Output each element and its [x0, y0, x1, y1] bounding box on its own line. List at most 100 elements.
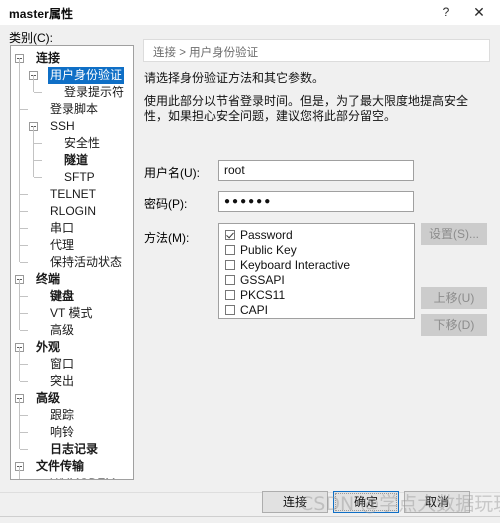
tree-item-13[interactable]: 终端 — [11, 271, 133, 288]
tree-connector — [34, 92, 42, 93]
footer-divider — [0, 516, 500, 517]
tree-item-18[interactable]: 窗口 — [11, 356, 133, 373]
connect-button[interactable]: 连接 — [262, 491, 328, 513]
method-option-4[interactable]: PKCS11 — [225, 288, 414, 303]
tree-connector — [19, 466, 20, 479]
tree-item-label: X/YMODEM — [48, 475, 117, 479]
tree-item-4[interactable]: SSH — [11, 118, 133, 135]
tree-item-label: 串口 — [50, 221, 75, 235]
method-option-label: GSSAPI — [240, 273, 285, 287]
tree-connector — [20, 109, 28, 110]
tree-item-24[interactable]: 文件传输 — [11, 458, 133, 475]
panel-description-line1: 请选择身份验证方法和其它参数。 — [144, 71, 325, 85]
close-icon[interactable]: ✕ — [463, 0, 495, 25]
tree-item-label: 登录提示符 — [64, 85, 125, 99]
cancel-button[interactable]: 取消 — [404, 491, 470, 513]
method-option-2[interactable]: Keyboard Interactive — [225, 258, 414, 273]
tree-item-label: 用户身份验证 — [48, 67, 125, 84]
tree-connector — [19, 279, 20, 330]
settings-button[interactable]: 设置(S)... — [421, 223, 487, 245]
checkbox-icon[interactable] — [225, 260, 235, 270]
tree-item-9[interactable]: RLOGIN — [11, 203, 133, 220]
tree-item-3[interactable]: 登录脚本 — [11, 101, 133, 118]
breadcrumb-bar: 连接 > 用户身份验证 — [143, 39, 490, 62]
tree-item-label: 外观 — [36, 340, 61, 354]
tree-item-label: 突出 — [50, 374, 75, 388]
method-option-label: CAPI — [240, 303, 269, 317]
checkbox-icon[interactable] — [225, 305, 235, 315]
tree-connector — [20, 211, 28, 212]
tree-item-label: TELNET — [50, 187, 97, 201]
tree-connector — [20, 449, 28, 450]
tree-item-23[interactable]: 日志记录 — [11, 441, 133, 458]
properties-dialog: master属性 ? ✕ 类别(C): 连接 用户身份验证 登录提示符 登录脚本 SSH… — [0, 0, 500, 523]
tree-connector — [20, 228, 28, 229]
tree-connector — [20, 364, 28, 365]
tree-item-label: SSH — [50, 119, 75, 133]
dialog-body: 类别(C): 连接 用户身份验证 登录提示符 登录脚本 SSH 安全性 隧道 SFTP TELN… — [0, 25, 500, 523]
tree-connector — [34, 160, 42, 161]
window-title: master属性 — [9, 7, 74, 21]
tree-item-8[interactable]: TELNET — [11, 186, 133, 203]
method-option-label: PKCS11 — [240, 288, 286, 302]
tree-item-14[interactable]: 键盘 — [11, 288, 133, 305]
category-label: 类别(C): — [9, 31, 53, 45]
tree-item-11[interactable]: 代理 — [11, 237, 133, 254]
category-tree[interactable]: 连接 用户身份验证 登录提示符登录脚本 SSH 安全性隧道 SFTP TELNET RLOGI… — [10, 45, 134, 480]
tree-item-6[interactable]: 隧道 — [11, 152, 133, 169]
help-icon[interactable]: ? — [430, 0, 462, 25]
tree-connector — [20, 415, 28, 416]
checkbox-icon[interactable] — [225, 275, 235, 285]
tree-connector — [33, 126, 34, 177]
tree-item-label: 跟踪 — [50, 408, 75, 422]
tree-item-21[interactable]: 跟踪 — [11, 407, 133, 424]
tree-item-label: 文件传输 — [36, 459, 85, 473]
method-option-3[interactable]: GSSAPI — [225, 273, 414, 288]
tree-connector — [33, 75, 34, 92]
tree-connector — [20, 432, 28, 433]
method-option-label: Password — [240, 228, 293, 242]
password-input[interactable]: ●●●●●● — [218, 191, 414, 212]
tree-item-15[interactable]: VT 模式 — [11, 305, 133, 322]
method-option-0[interactable]: Password — [225, 228, 414, 243]
tree-item-19[interactable]: 突出 — [11, 373, 133, 390]
tree-item-0[interactable]: 连接 — [11, 50, 133, 67]
ok-button[interactable]: 确定 — [333, 491, 399, 513]
tree-item-7[interactable]: SFTP — [11, 169, 133, 186]
method-option-1[interactable]: Public Key — [225, 243, 414, 258]
tree-connector — [20, 313, 28, 314]
move-up-button[interactable]: 上移(U) — [421, 287, 487, 309]
tree-item-17[interactable]: 外观 — [11, 339, 133, 356]
tree-connector — [19, 347, 20, 381]
panel-description-line2: 使用此部分以节省登录时间。但是，为了最大限度地提高安全性，如果担心安全问题，建议… — [144, 94, 469, 123]
method-checkbox-list[interactable]: Password Public Key Keyboard Interactive GS… — [218, 223, 415, 319]
tree-item-12[interactable]: 保持活动状态 — [11, 254, 133, 271]
tree-item-10[interactable]: 串口 — [11, 220, 133, 237]
username-label: 用户名(U): — [144, 166, 200, 180]
tree-item-label: 安全性 — [64, 136, 101, 150]
tree-connector — [20, 262, 28, 263]
checkbox-icon[interactable] — [225, 230, 235, 240]
tree-item-2[interactable]: 登录提示符 — [11, 84, 133, 101]
tree-item-label: 响铃 — [50, 425, 75, 439]
username-input[interactable]: root — [218, 160, 414, 181]
tree-connector — [20, 296, 28, 297]
checkbox-icon[interactable] — [225, 290, 235, 300]
breadcrumb: 连接 > 用户身份验证 — [153, 47, 259, 59]
tree-item-16[interactable]: 高级 — [11, 322, 133, 339]
tree-item-20[interactable]: 高级 — [11, 390, 133, 407]
tree-item-22[interactable]: 响铃 — [11, 424, 133, 441]
tree-item-label: 代理 — [50, 238, 75, 252]
move-down-button[interactable]: 下移(D) — [421, 314, 487, 336]
tree-item-label: 日志记录 — [50, 442, 99, 456]
tree-item-25[interactable]: X/YMODEM — [11, 475, 133, 479]
checkbox-icon[interactable] — [225, 245, 235, 255]
tree-item-label: 保持活动状态 — [50, 255, 123, 269]
tree-item-1[interactable]: 用户身份验证 — [11, 67, 133, 84]
tree-item-5[interactable]: 安全性 — [11, 135, 133, 152]
method-option-5[interactable]: CAPI — [225, 303, 414, 318]
tree-connector — [34, 143, 42, 144]
tree-item-label: 键盘 — [50, 289, 75, 303]
tree-item-label: 终端 — [36, 272, 61, 286]
tree-item-label: 登录脚本 — [50, 102, 99, 116]
